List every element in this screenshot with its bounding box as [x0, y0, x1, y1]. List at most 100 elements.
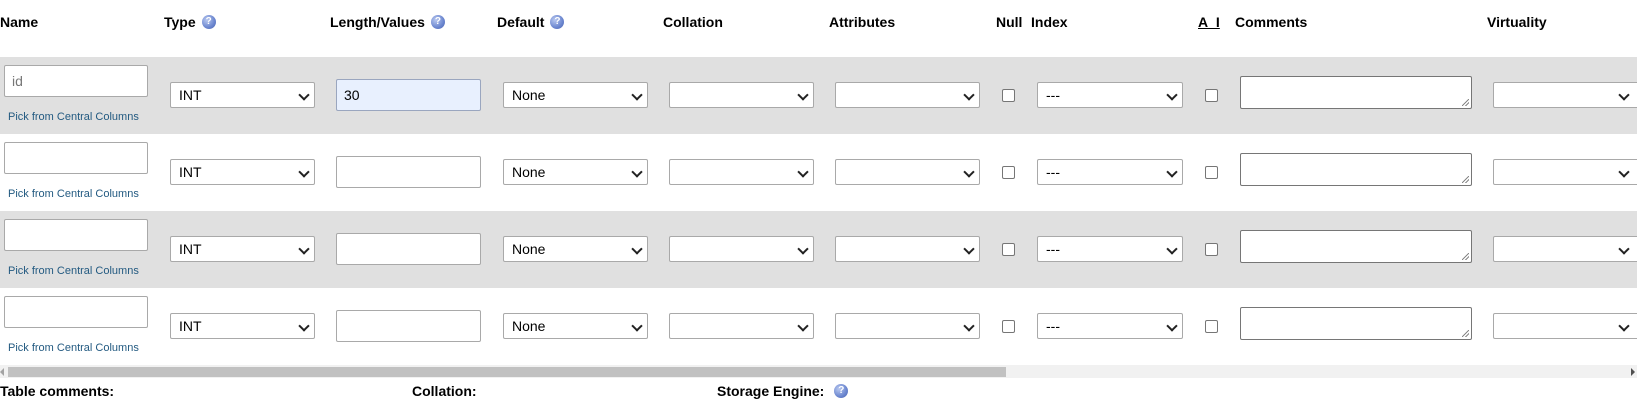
collation-select[interactable]	[669, 236, 814, 262]
pick-central-columns-link[interactable]: Pick from Central Columns	[8, 111, 139, 123]
scroll-right-arrow-icon[interactable]	[1631, 368, 1635, 376]
default-select[interactable]: None	[503, 82, 648, 108]
default-select[interactable]: None	[503, 159, 648, 185]
null-checkbox[interactable]	[1002, 166, 1015, 179]
default-select-value: None	[512, 318, 546, 334]
auto-increment-checkbox[interactable]	[1205, 320, 1218, 333]
chevron-down-icon	[797, 243, 809, 255]
null-checkbox[interactable]	[1002, 320, 1015, 333]
column-header-null: Null	[996, 14, 1023, 30]
chevron-down-icon	[797, 166, 809, 178]
index-select[interactable]: ---	[1037, 159, 1183, 185]
collation-select[interactable]	[669, 159, 814, 185]
virtuality-select[interactable]	[1493, 159, 1637, 185]
virtuality-select[interactable]	[1493, 82, 1637, 108]
column-header-default-label: Default	[497, 14, 545, 30]
chevron-down-icon	[1618, 89, 1630, 101]
index-select-value: ---	[1046, 318, 1060, 334]
null-checkbox[interactable]	[1002, 243, 1015, 256]
auto-increment-checkbox[interactable]	[1205, 89, 1218, 102]
index-select-value: ---	[1046, 164, 1060, 180]
chevron-down-icon	[298, 166, 310, 178]
column-header-length: Length/Values?	[330, 14, 445, 30]
collation-select[interactable]	[669, 313, 814, 339]
column-header-length-label: Length/Values	[330, 14, 425, 30]
chevron-down-icon	[797, 320, 809, 332]
resize-grip-icon[interactable]	[1462, 330, 1469, 337]
table-row: Pick from Central Columns INT None ---	[0, 134, 1637, 211]
type-select[interactable]: INT	[170, 82, 315, 108]
column-header-type-label: Type	[164, 14, 196, 30]
comments-textarea[interactable]	[1240, 230, 1472, 263]
attributes-select[interactable]	[835, 313, 980, 339]
length-values-input[interactable]	[336, 310, 481, 342]
chevron-down-icon	[298, 243, 310, 255]
chevron-down-icon	[631, 166, 643, 178]
column-name-input[interactable]	[4, 142, 148, 174]
table-collation-label: Collation:	[412, 383, 477, 399]
help-icon[interactable]: ?	[201, 15, 216, 30]
virtuality-select[interactable]	[1493, 236, 1637, 262]
column-header-name: Name	[0, 14, 39, 30]
resize-grip-icon[interactable]	[1462, 176, 1469, 183]
resize-grip-icon[interactable]	[1462, 253, 1469, 260]
pick-central-columns-link[interactable]: Pick from Central Columns	[8, 342, 139, 354]
type-select[interactable]: INT	[170, 313, 315, 339]
pick-central-columns-link[interactable]: Pick from Central Columns	[8, 265, 139, 277]
index-select-value: ---	[1046, 241, 1060, 257]
chevron-down-icon	[963, 166, 975, 178]
chevron-down-icon	[1618, 166, 1630, 178]
column-name-input[interactable]	[4, 219, 148, 251]
auto-increment-checkbox[interactable]	[1205, 166, 1218, 179]
default-select[interactable]: None	[503, 313, 648, 339]
comments-textarea[interactable]	[1240, 76, 1472, 109]
type-select[interactable]: INT	[170, 236, 315, 262]
comments-textarea[interactable]	[1240, 153, 1472, 186]
auto-increment-checkbox[interactable]	[1205, 243, 1218, 256]
type-select[interactable]: INT	[170, 159, 315, 185]
default-select-value: None	[512, 87, 546, 103]
chevron-down-icon	[1166, 243, 1178, 255]
index-select-value: ---	[1046, 87, 1060, 103]
chevron-down-icon	[963, 243, 975, 255]
help-icon[interactable]: ?	[834, 384, 849, 399]
default-select[interactable]: None	[503, 236, 648, 262]
index-select[interactable]: ---	[1037, 82, 1183, 108]
type-select-value: INT	[179, 164, 202, 180]
length-values-input[interactable]	[336, 233, 481, 265]
chevron-down-icon	[1166, 166, 1178, 178]
help-icon[interactable]: ?	[550, 15, 565, 30]
chevron-down-icon	[631, 243, 643, 255]
null-checkbox[interactable]	[1002, 89, 1015, 102]
resize-grip-icon[interactable]	[1462, 99, 1469, 106]
index-select[interactable]: ---	[1037, 313, 1183, 339]
attributes-select[interactable]	[835, 236, 980, 262]
column-header-index: Index	[1031, 14, 1068, 30]
type-select-value: INT	[179, 318, 202, 334]
column-name-input[interactable]	[4, 65, 148, 97]
table-row: Pick from Central Columns INT None ---	[0, 57, 1637, 134]
pick-central-columns-link[interactable]: Pick from Central Columns	[8, 188, 139, 200]
type-select-value: INT	[179, 87, 202, 103]
chevron-down-icon	[1166, 89, 1178, 101]
column-header-ai: A_I	[1198, 14, 1220, 30]
chevron-down-icon	[298, 89, 310, 101]
attributes-select[interactable]	[835, 82, 980, 108]
virtuality-select[interactable]	[1493, 313, 1637, 339]
index-select[interactable]: ---	[1037, 236, 1183, 262]
scrollbar-thumb[interactable]	[8, 367, 1006, 377]
help-icon[interactable]: ?	[430, 15, 445, 30]
chevron-down-icon	[631, 89, 643, 101]
attributes-select[interactable]	[835, 159, 980, 185]
chevron-down-icon	[963, 89, 975, 101]
column-name-input[interactable]	[4, 296, 148, 328]
scroll-left-arrow-icon[interactable]	[0, 368, 4, 376]
storage-engine-label-text: Storage Engine:	[717, 383, 825, 399]
comments-textarea[interactable]	[1240, 307, 1472, 340]
horizontal-scrollbar[interactable]	[0, 365, 1637, 378]
length-values-input[interactable]	[336, 156, 481, 188]
length-values-input[interactable]	[336, 79, 481, 111]
column-header-virtuality: Virtuality	[1487, 14, 1547, 30]
chevron-down-icon	[797, 89, 809, 101]
collation-select[interactable]	[669, 82, 814, 108]
